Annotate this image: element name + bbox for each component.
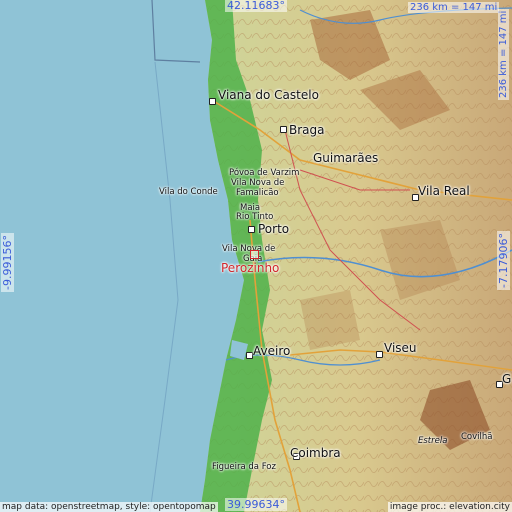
place-label[interactable]: Vila Nova de <box>231 178 284 188</box>
city-marker <box>376 351 383 358</box>
place-label[interactable]: Porto <box>258 222 289 236</box>
place-label[interactable]: G <box>502 372 511 386</box>
place-label[interactable]: Braga <box>289 123 325 137</box>
place-label[interactable]: Figueira da Foz <box>212 462 276 472</box>
place-label[interactable]: Vila Real <box>418 184 470 198</box>
city-marker <box>246 352 253 359</box>
east-coordinate: -7.17906° <box>497 231 510 290</box>
place-label[interactable]: Póvoa de Varzim <box>229 168 299 178</box>
focus-location-marker[interactable] <box>250 250 259 259</box>
credit-right: image proc.: elevation.city <box>387 502 512 512</box>
place-label[interactable]: Viana do Castelo <box>218 88 319 102</box>
place-label[interactable]: Famalicão <box>236 188 279 198</box>
west-coordinate: -9.99156° <box>1 233 14 292</box>
credit-left: map data: openstreetmap, style: opentopo… <box>0 502 218 512</box>
place-label[interactable]: Estrela <box>418 436 447 446</box>
place-label[interactable]: Coimbra <box>290 446 341 460</box>
place-label[interactable]: Covilhã <box>461 432 493 442</box>
place-label[interactable]: Vila Nova de <box>222 244 275 254</box>
place-label[interactable]: Vila do Conde <box>159 187 218 197</box>
focus-place-label[interactable]: Perozinho <box>221 261 279 275</box>
city-marker <box>280 126 287 133</box>
place-label[interactable]: Viseu <box>384 341 417 355</box>
map-canvas[interactable]: 42.11683° 39.99634° -9.99156° -7.17906° … <box>0 0 512 512</box>
scale-label-top: 236 km = 147 mi <box>408 2 500 13</box>
place-label[interactable]: Guimarães <box>313 151 378 165</box>
scale-label-right: 236 km = 147 mi <box>498 8 509 100</box>
place-label[interactable]: Aveiro <box>253 344 290 358</box>
city-marker <box>248 226 255 233</box>
north-coordinate: 42.11683° <box>225 0 287 12</box>
place-label[interactable]: Rio Tinto <box>236 212 273 222</box>
city-marker <box>209 98 216 105</box>
south-coordinate: 39.99634° <box>225 498 287 511</box>
